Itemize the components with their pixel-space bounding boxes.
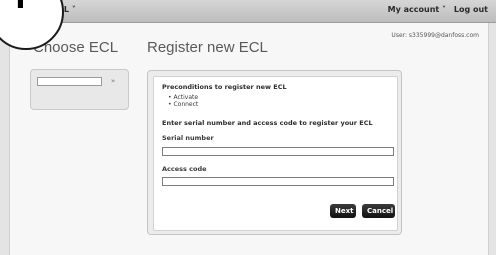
preconditions-list: Activate Connect	[168, 94, 198, 108]
list-item: Activate	[168, 94, 198, 101]
plus-icon: +	[2, 0, 39, 16]
choose-ecl-panel: »	[30, 69, 129, 110]
cancel-button[interactable]: Cancel	[362, 204, 395, 218]
preconditions-title: Preconditions to register new ECL	[162, 83, 287, 91]
access-code-label: Access code	[162, 165, 207, 173]
instruction-text: Enter serial number and access code to r…	[162, 119, 373, 127]
serial-number-label: Serial number	[162, 134, 214, 142]
register-panel: Preconditions to register new ECL Activa…	[147, 70, 402, 235]
access-code-field[interactable]	[162, 177, 394, 186]
register-ecl-heading: Register new ECL	[147, 39, 268, 56]
list-item: Connect	[168, 101, 198, 108]
search-go-button[interactable]: »	[106, 75, 120, 87]
ecl-search-input[interactable]	[37, 77, 102, 86]
logout-link[interactable]: Log out	[454, 5, 488, 14]
next-button[interactable]: Next	[330, 204, 356, 218]
my-account-menu[interactable]: My account ˅	[388, 5, 446, 14]
user-info: User: s335999@danfoss.com	[391, 32, 479, 39]
register-form: Preconditions to register new ECL Activa…	[153, 76, 398, 231]
serial-number-field[interactable]	[162, 147, 394, 156]
top-navigation-bar: CL ˅ My account ˅ Log out	[0, 0, 496, 23]
